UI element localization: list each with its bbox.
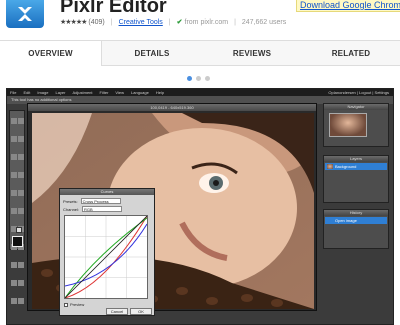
carousel-dots [187,76,210,81]
app-screenshot: File Edit Image Layer Adjustment Filter … [6,88,394,325]
presets-label: Presets: [63,198,78,204]
channel-select[interactable]: RGB [82,206,123,212]
menu-item: File [10,90,17,95]
tab-bar: OVERVIEW DETAILS REVIEWS RELATED [0,40,400,67]
tab-related[interactable]: RELATED [302,41,400,66]
verified-check-icon: ✔ [176,19,183,26]
presets-select[interactable]: Cross Process [80,198,121,204]
menu-item: Language [131,90,149,95]
preview-checkbox-row[interactable]: Preview [64,302,84,307]
user-count: 247,662 users [241,18,287,26]
source-domain: from pixlr.com [184,18,229,26]
curves-graph[interactable] [64,215,148,299]
tab-overview[interactable]: OVERVIEW [0,41,102,67]
navigator-panel: Navigator [323,103,389,147]
layer-thumbnail [327,164,333,169]
layers-panel: Layers Background [323,155,389,203]
document-title: 100,0419 - 640x519.360 [28,104,316,111]
layer-row[interactable]: Background [325,163,387,170]
tab-details[interactable]: DETAILS [102,41,202,66]
curves-dialog: Curves Presets: Cross Process Channel: R… [59,188,155,316]
background-color-swatch [16,227,22,233]
carousel-dot[interactable] [187,76,192,81]
curves-title: Curves [60,189,154,195]
menu-item: View [115,90,125,95]
channel-label: Channel: [63,206,80,212]
menu-item: Help [155,90,165,95]
navigator-title: Navigator [324,104,388,110]
history-panel: History Open image [323,209,389,249]
foreground-color-swatch [12,236,23,247]
ok-button[interactable]: OK [130,308,152,315]
navigator-thumbnail[interactable] [329,113,367,137]
pixlr-icon [6,0,44,28]
menu-item: Edit [23,90,31,95]
layers-title: Layers [324,156,388,162]
extension-page: Pixlr Editor ★★★★★ (409) | Creative Tool… [0,0,400,325]
carousel-dot[interactable] [205,76,210,81]
editor-account-menu: Oplanondersen | Logout | Settings [328,90,389,95]
menu-item: Adjustment [72,90,93,95]
app-title: Pixlr Editor [60,0,167,17]
history-title: History [324,210,388,216]
menu-item: Image [37,90,49,95]
app-meta: ★★★★★ (409) | Creative Tools | ✔ from pi… [60,18,287,27]
cancel-button[interactable]: Cancel [106,308,128,315]
menu-item: Layer [55,90,66,95]
rating-stars-icon: ★★★★★ [60,19,87,26]
preview-label: Preview [70,302,85,307]
tool-palette [9,110,25,304]
preview-checkbox[interactable] [64,302,68,307]
layer-name: Background [335,164,357,169]
rating-count: (409) [88,18,105,26]
menu-item: Filter [99,90,109,95]
history-item[interactable]: Open image [325,217,387,224]
tab-reviews[interactable]: REVIEWS [202,41,302,66]
carousel-dot[interactable] [196,76,201,81]
download-chrome-link[interactable]: Download Google Chrome [296,0,400,12]
category-link[interactable]: Creative Tools [119,19,163,26]
